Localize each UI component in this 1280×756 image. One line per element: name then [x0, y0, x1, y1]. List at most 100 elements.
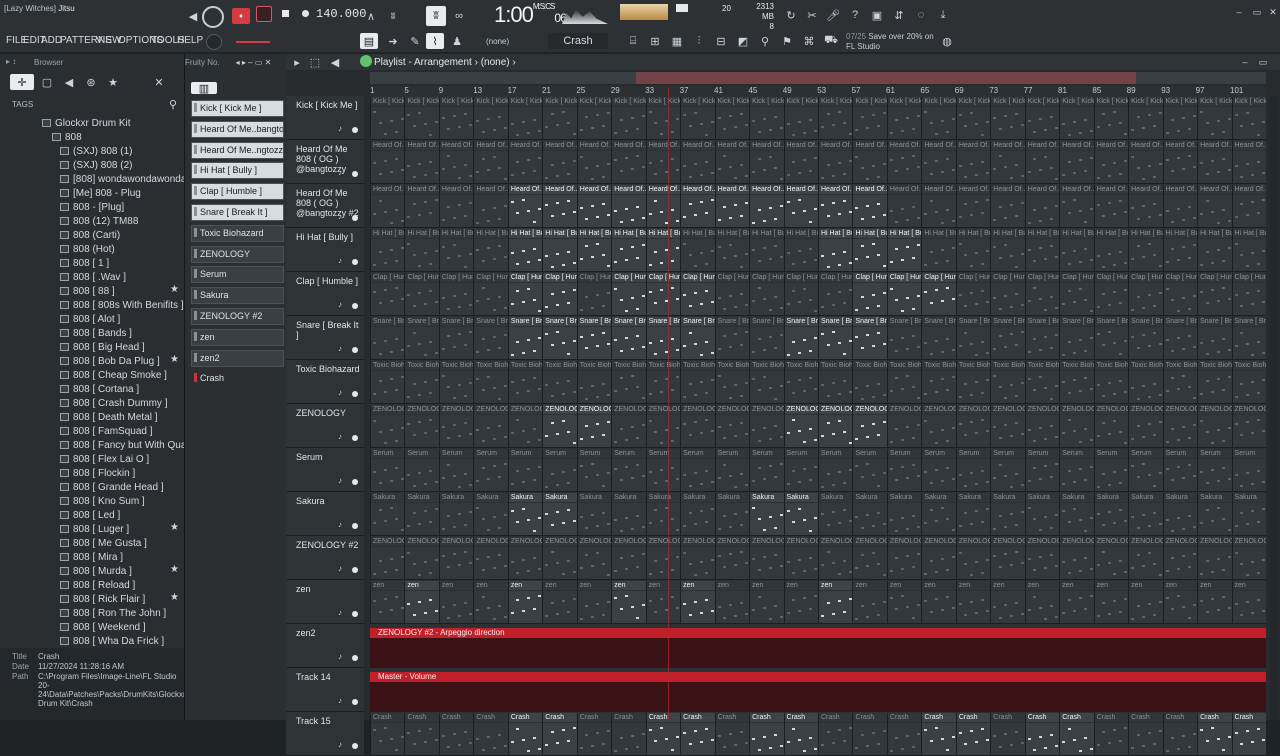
pattern-clip[interactable]: Snare [ Break It ]: [576, 317, 612, 359]
track-lane[interactable]: Snare [ Break It ]Snare [ Break It ]Snar…: [370, 316, 1266, 360]
pattern-clip[interactable]: Clap [ Humble ]: [1197, 273, 1232, 315]
pattern-clip[interactable]: ZENOLOGY: [473, 405, 508, 447]
browser-toggle-icon[interactable]: ⇵: [890, 7, 908, 23]
pattern-clip[interactable]: Serum: [1128, 449, 1163, 491]
pattern-clip[interactable]: Sakura: [1162, 493, 1198, 535]
pattern-clip[interactable]: ZENOLOGY #2: [576, 537, 612, 579]
browser-item[interactable]: 808 [ Wha Da Frick ]: [60, 634, 164, 648]
search-icon[interactable]: ⚲: [164, 96, 182, 112]
browser-item[interactable]: 808 [ Bob Da Plug ]: [60, 354, 160, 368]
track-mute-icon[interactable]: [352, 171, 358, 177]
track-mute-icon[interactable]: [352, 347, 358, 353]
pattern-clip[interactable]: ZENOLOGY #2: [438, 537, 474, 579]
pattern-clip[interactable]: ZENOLOGY #2: [886, 537, 922, 579]
pattern-clip[interactable]: Serum: [1024, 449, 1060, 491]
snap-value[interactable]: (none): [486, 37, 509, 46]
plugin-picker-icon[interactable]: ◩: [734, 33, 752, 49]
touch-keyboard-icon[interactable]: ⌘: [800, 33, 818, 49]
browser-item[interactable]: 808 (Carti): [60, 228, 120, 242]
pattern-clip[interactable]: Heard Of..angtozzy: [818, 141, 853, 183]
browser-item[interactable]: 808 (12) TM88: [60, 214, 138, 228]
pattern-clip[interactable]: Snare [ Break It ]: [749, 317, 784, 359]
pattern-clip[interactable]: Crash: [611, 713, 646, 755]
pattern-clip[interactable]: ZENOLOGY: [1093, 405, 1129, 447]
pattern-clip[interactable]: zen: [1197, 581, 1232, 623]
pattern-clip[interactable]: Toxic Biohazard: [818, 361, 853, 403]
pattern-clip[interactable]: Heard Of..gtozzy #2: [611, 185, 646, 227]
loop-record-icon[interactable]: ∞: [450, 8, 468, 24]
pattern-clip[interactable]: Heard Of..angtozzy: [473, 141, 508, 183]
pattern-play-icon[interactable]: [360, 55, 372, 67]
browser-item[interactable]: 808 (Hot): [60, 242, 115, 256]
shop-icon[interactable]: ⛟: [822, 33, 840, 49]
pattern-clip[interactable]: Heard Of..gtozzy #2: [783, 185, 818, 227]
pattern-clip[interactable]: Sakura: [370, 493, 405, 535]
track-mute-icon[interactable]: [352, 215, 358, 221]
snap-icon[interactable]: ▤: [360, 33, 378, 49]
browser-item[interactable]: 808 [ Kno Sum ]: [60, 494, 145, 508]
channel-button[interactable]: Clap [ Humble ]: [191, 183, 284, 201]
track-header[interactable]: Sakura ♪: [286, 492, 364, 536]
browser-item[interactable]: 808 [ 88 ]: [60, 284, 115, 298]
microphone-icon[interactable]: 🎤︎: [824, 7, 842, 23]
pattern-clip[interactable]: Hi Hat [ Bully ]: [542, 229, 577, 271]
channel-button[interactable]: ZENOLOGY: [191, 245, 284, 263]
pattern-clip[interactable]: ZENOLOGY #2: [1197, 537, 1232, 579]
track-mute-icon[interactable]: [352, 259, 358, 265]
track-mute-icon[interactable]: [352, 127, 358, 133]
pattern-clip[interactable]: Kick [ Kick Me ]: [1162, 97, 1198, 139]
countdown-icon[interactable]: ʬ: [426, 6, 446, 26]
pattern-clip[interactable]: Heard Of..angtozzy: [886, 141, 922, 183]
browser-item[interactable]: 808 [ Ron The John ]: [60, 606, 166, 620]
pattern-clip[interactable]: Heard Of..gtozzy #2: [438, 185, 474, 227]
pattern-clip[interactable]: ZENOLOGY #2: [404, 537, 439, 579]
track-header[interactable]: Track 14 ♪: [286, 668, 364, 712]
pattern-clip[interactable]: Clap [ Humble ]: [473, 273, 508, 315]
pattern-clip[interactable]: Heard Of..gtozzy #2: [680, 185, 715, 227]
channel-rack-icon[interactable]: ⊟: [712, 33, 730, 49]
browser-star-icon[interactable]: ★: [104, 74, 122, 90]
pattern-clip[interactable]: Serum: [921, 449, 956, 491]
pattern-clip[interactable]: Heard Of..angtozzy: [990, 141, 1025, 183]
channel-button[interactable]: zen2: [191, 349, 284, 367]
browser-item[interactable]: 808 [ Cortana ]: [60, 382, 139, 396]
pattern-clip[interactable]: Serum: [1162, 449, 1198, 491]
pattern-clip[interactable]: ZENOLOGY #2: [921, 537, 956, 579]
pattern-clip[interactable]: Hi Hat [ Bully ]: [749, 229, 784, 271]
master-volume-knob[interactable]: [202, 6, 224, 28]
pattern-clip[interactable]: Crash: [680, 713, 715, 755]
track-lane[interactable]: ZENOLOGYZENOLOGYZENOLOGYZENOLOGYZENOLOGY…: [370, 404, 1266, 448]
track-header[interactable]: Serum ♪: [286, 448, 364, 492]
pattern-clip[interactable]: Hi Hat [ Bully ]: [370, 229, 405, 271]
track-lane[interactable]: Kick [ Kick Me ]Kick [ Kick Me ]Kick [ K…: [370, 96, 1266, 140]
pattern-clip[interactable]: zen: [473, 581, 508, 623]
pattern-clip[interactable]: Snare [ Break It ]: [645, 317, 681, 359]
pattern-clip[interactable]: Hi Hat [ Bully ]: [852, 229, 887, 271]
pattern-clip[interactable]: ZENOLOGY #2: [955, 537, 991, 579]
pattern-clip[interactable]: ZENOLOGY #2: [507, 537, 543, 579]
close-icon[interactable]: ✕: [1264, 4, 1280, 20]
pattern-clip[interactable]: Snare [ Break It ]: [542, 317, 577, 359]
plugin-icon[interactable]: ✂: [803, 7, 821, 23]
pattern-clip[interactable]: Heard Of..angtozzy: [955, 141, 991, 183]
star-icon[interactable]: ★: [170, 564, 179, 575]
pattern-clip[interactable]: ZENOLOGY: [714, 405, 750, 447]
pattern-clip[interactable]: zen: [990, 581, 1025, 623]
pattern-clip[interactable]: Snare [ Break It ]: [886, 317, 922, 359]
pattern-clip[interactable]: ZENOLOGY: [1059, 405, 1094, 447]
rack-controls-icon[interactable]: ◂ ▸ – ▭ ✕: [236, 58, 272, 67]
pattern-clip[interactable]: Serum: [507, 449, 543, 491]
pattern-clip[interactable]: Toxic Biohazard: [852, 361, 887, 403]
playlist-minimize-icon[interactable]: –: [1236, 54, 1254, 70]
pattern-clip[interactable]: Heard Of..angtozzy: [680, 141, 715, 183]
browser-item[interactable]: 808 [ Me Gusta ]: [60, 536, 147, 550]
track-lane[interactable]: Toxic BiohazardToxic BiohazardToxic Bioh…: [370, 360, 1266, 404]
browser-plugin-icon[interactable]: ⊛: [82, 74, 100, 90]
track-header[interactable]: Track 15 ♪: [286, 712, 364, 756]
pattern-clip[interactable]: Sakura: [818, 493, 853, 535]
channel-button[interactable]: Toxic Biohazard: [191, 224, 284, 242]
pattern-clip[interactable]: Heard Of..gtozzy #2: [507, 185, 543, 227]
pattern-clip[interactable]: Crash: [438, 713, 474, 755]
pattern-clip[interactable]: Heard Of..gtozzy #2: [542, 185, 577, 227]
pattern-clip[interactable]: zen: [507, 581, 543, 623]
